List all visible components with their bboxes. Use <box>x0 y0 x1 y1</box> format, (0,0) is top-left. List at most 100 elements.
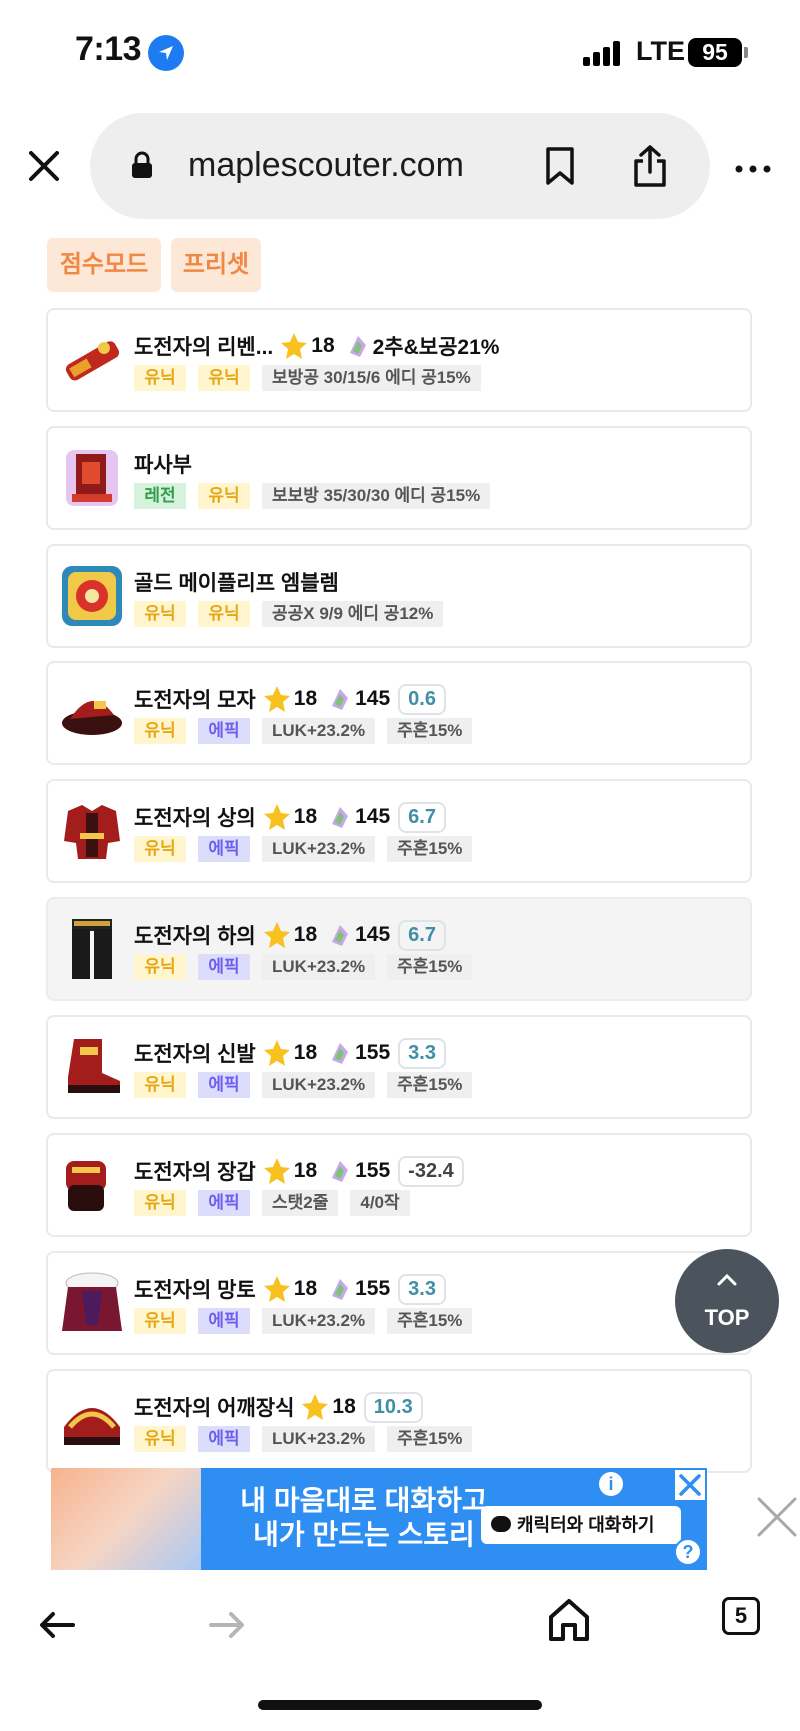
url-text[interactable]: maplescouter.com <box>188 146 464 185</box>
item-card[interactable]: 파사부 레전 유닉 보보방 35/30/30 에디 공15% <box>46 426 752 530</box>
option-tag: 4/0작 <box>350 1190 410 1216</box>
grade-tag: 유닉 <box>134 836 186 862</box>
secondary-weapon-icon <box>66 450 118 506</box>
option-tag: 주흔15% <box>387 1072 473 1098</box>
grade-tag: 에픽 <box>198 718 250 744</box>
flame-stone-icon <box>332 1043 349 1064</box>
grade-tag: 에픽 <box>198 1426 250 1452</box>
item-name: 도전자의 모자 <box>134 689 256 712</box>
hat-icon <box>62 700 122 735</box>
grade-tag: 에픽 <box>198 836 250 862</box>
grade-tag: 유닉 <box>134 365 186 391</box>
item-name: 도전자의 상의 <box>134 807 256 830</box>
option-tag: LUK+23.2% <box>262 1426 376 1452</box>
option-tag: LUK+23.2% <box>262 836 376 862</box>
network-type: LTE <box>636 36 685 66</box>
option-tag: 주흔15% <box>387 718 473 744</box>
starforce-value: 18 <box>293 1159 318 1182</box>
lock-icon <box>131 151 153 184</box>
preset-button[interactable]: 프리셋 <box>171 238 261 292</box>
ad-cta-button[interactable]: 캐릭터와 대화하기 <box>481 1506 681 1544</box>
scroll-to-top-button[interactable]: TOP <box>675 1249 779 1353</box>
star-icon <box>281 333 308 359</box>
grade-tag: 유닉 <box>198 365 250 391</box>
flame-stone-icon <box>332 1279 349 1300</box>
location-arrow-icon <box>148 35 184 71</box>
flame-summary: 2추&보공21% <box>372 336 500 359</box>
option-tag: 보방공 30/15/6 에디 공15% <box>262 365 481 391</box>
top-label: TOP <box>704 1305 750 1330</box>
star-icon <box>263 1276 290 1302</box>
star-icon <box>263 804 290 830</box>
item-name: 파사부 <box>134 454 192 477</box>
grade-tag: 유닉 <box>134 954 186 980</box>
grade-tag: 유닉 <box>134 1308 186 1334</box>
tabs-button[interactable]: 5 <box>722 1597 760 1635</box>
flame-stone-icon <box>332 807 349 828</box>
grade-tag: 유닉 <box>134 718 186 744</box>
star-icon <box>263 922 290 948</box>
item-name: 도전자의 어깨장식 <box>134 1397 295 1420</box>
grade-tag: 유닉 <box>134 1426 186 1452</box>
star-icon <box>302 1394 329 1420</box>
back-icon[interactable] <box>38 1610 76 1645</box>
score-badge: 3.3 <box>398 1037 446 1069</box>
flame-value: 155 <box>355 1041 391 1064</box>
forward-icon[interactable] <box>208 1610 246 1645</box>
item-card[interactable]: 도전자의 신발 18 155 3.3 유닉 에픽 LUK+23.2% 주흔15% <box>46 1015 752 1119</box>
flame-stone-icon <box>332 689 349 710</box>
cellular-signal-icon <box>583 40 623 66</box>
grade-tag: 유닉 <box>134 1072 186 1098</box>
ad-help-icon[interactable]: ? <box>674 1538 702 1566</box>
cape-icon <box>62 1272 122 1331</box>
flame-value: 145 <box>355 687 391 710</box>
item-card[interactable]: 도전자의 리벤... 18 2추&보공21% 유닉 유닉 보방공 30/15/6 에디 공… <box>46 308 752 412</box>
starforce-value: 18 <box>293 687 318 710</box>
item-card[interactable]: 도전자의 모자 18 145 0.6 유닉 에픽 LUK+23.2% 주흔15% <box>46 661 752 765</box>
home-icon[interactable] <box>548 1598 590 1647</box>
emblem-icon <box>62 566 122 626</box>
share-icon[interactable] <box>632 144 668 193</box>
item-card[interactable]: 도전자의 장갑 18 155 -32.4 유닉 에픽 스탯2줄 4/0작 <box>46 1133 752 1237</box>
gloves-icon <box>66 1161 106 1211</box>
more-options-icon[interactable] <box>735 160 771 178</box>
ad-close-icon[interactable] <box>675 1470 705 1500</box>
flame-stone-icon <box>332 925 349 946</box>
flame-stone-icon <box>332 1161 349 1182</box>
option-tag: LUK+23.2% <box>262 1072 376 1098</box>
item-card[interactable]: 도전자의 어깨장식 18 10.3 유닉 에픽 LUK+23.2% 주흔15% <box>46 1369 752 1473</box>
score-badge: 3.3 <box>398 1273 446 1305</box>
option-tag: 공공X 9/9 에디 공12% <box>262 601 444 627</box>
flame-value: 145 <box>355 923 391 946</box>
dismiss-ad-icon[interactable] <box>756 1496 798 1543</box>
shoulder-icon <box>64 1408 120 1445</box>
grade-tag: 레전 <box>134 483 186 509</box>
option-tag: 보보방 35/30/30 에디 공15% <box>262 483 491 509</box>
item-name: 도전자의 망토 <box>134 1279 256 1302</box>
ad-headline: 내 마음대로 대화하고 내가 만드는 스토리 <box>229 1484 499 1552</box>
ad-info-icon[interactable]: i <box>597 1470 625 1498</box>
option-tag: 주흔15% <box>387 954 473 980</box>
item-card[interactable]: 도전자의 망토 18 155 3.3 유닉 에픽 LUK+23.2% 주흔15% <box>46 1251 752 1355</box>
flame-value: 155 <box>355 1277 391 1300</box>
starforce-value: 18 <box>293 923 318 946</box>
grade-tag: 에픽 <box>198 1308 250 1334</box>
bookmark-icon[interactable] <box>544 146 576 191</box>
starforce-value: 18 <box>311 334 335 357</box>
item-card[interactable]: 골드 메이플리프 엠블렘 유닉 유닉 공공X 9/9 에디 공12% <box>46 544 752 648</box>
item-name: 도전자의 하의 <box>134 925 256 948</box>
option-tag: 주흔15% <box>387 1426 473 1452</box>
grade-tag: 유닉 <box>134 1190 186 1216</box>
item-card[interactable]: 도전자의 상의 18 145 6.7 유닉 에픽 LUK+23.2% 주흔15% <box>46 779 752 883</box>
status-bar: 7:13 LTE 95 <box>0 0 800 104</box>
star-icon <box>263 1040 290 1066</box>
score-badge: -32.4 <box>398 1155 464 1187</box>
close-icon[interactable] <box>24 146 64 186</box>
option-tag: 주흔15% <box>387 836 473 862</box>
score-mode-button[interactable]: 점수모드 <box>47 238 161 292</box>
item-card[interactable]: 도전자의 하의 18 145 6.7 유닉 에픽 LUK+23.2% 주흔15% <box>46 897 752 1001</box>
grade-tag: 에픽 <box>198 954 250 980</box>
chat-bubble-icon <box>491 1516 511 1532</box>
top-armor-icon <box>64 805 120 859</box>
item-name: 도전자의 장갑 <box>134 1161 256 1184</box>
